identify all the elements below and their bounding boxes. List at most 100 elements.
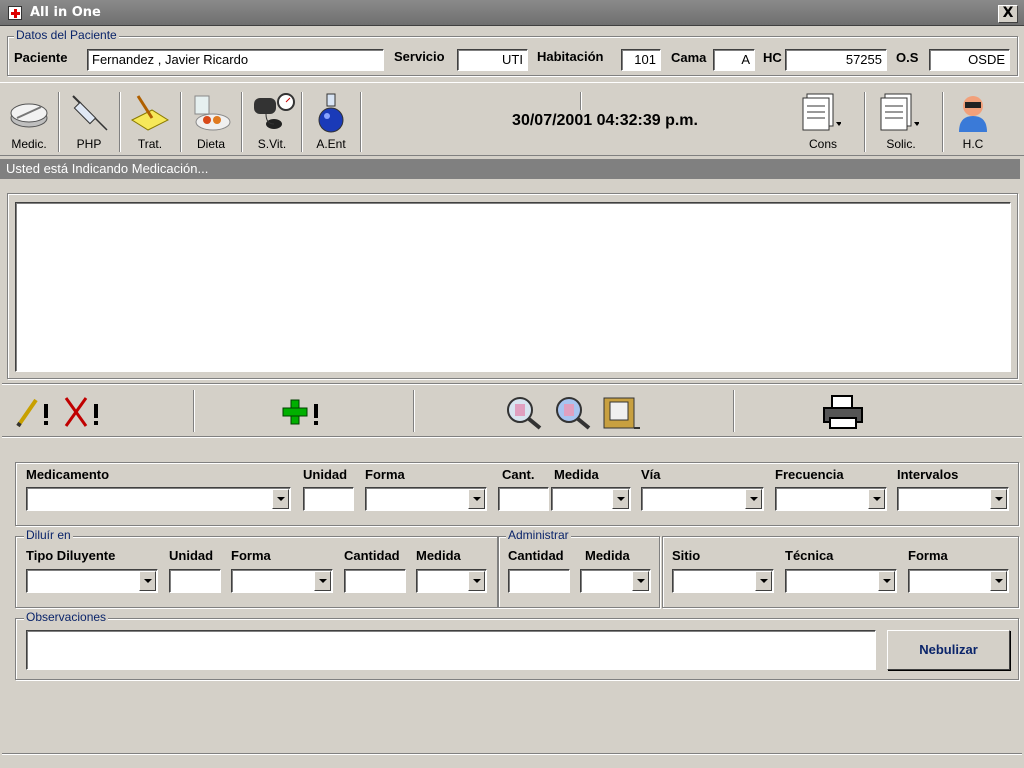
note-pencil-icon bbox=[130, 95, 170, 131]
chevron-down-icon[interactable] bbox=[745, 489, 762, 509]
hc-field[interactable]: 57255 bbox=[785, 49, 887, 71]
os-label: O.S bbox=[896, 50, 919, 65]
admin-medida-select[interactable] bbox=[580, 569, 651, 593]
nebulizar-button[interactable]: Nebulizar bbox=[887, 630, 1010, 670]
diluir-medida-select[interactable] bbox=[416, 569, 487, 593]
cant-field[interactable] bbox=[498, 487, 549, 511]
delete-button[interactable] bbox=[62, 394, 106, 430]
hc-label: HC bbox=[763, 50, 782, 65]
medication-list-area[interactable] bbox=[15, 202, 1011, 372]
medicamento-select[interactable] bbox=[26, 487, 291, 511]
divider bbox=[2, 384, 1022, 385]
via-select[interactable] bbox=[641, 487, 764, 511]
toolbar-button-medic[interactable]: Medic. bbox=[0, 84, 58, 154]
search-button[interactable] bbox=[504, 394, 544, 430]
intervalos-select[interactable] bbox=[897, 487, 1009, 511]
blood-pressure-icon bbox=[254, 93, 295, 129]
toolbar-label-medic: Medic. bbox=[11, 137, 47, 151]
print-button[interactable] bbox=[822, 394, 864, 430]
close-button[interactable]: X bbox=[998, 5, 1018, 23]
sitio-label: Sitio bbox=[672, 548, 701, 563]
observaciones-input[interactable] bbox=[26, 630, 876, 670]
flask-icon bbox=[318, 93, 344, 133]
unidad-label: Unidad bbox=[303, 467, 348, 482]
tecnica-select[interactable] bbox=[785, 569, 897, 593]
pill-icon bbox=[10, 103, 48, 128]
folder-button[interactable] bbox=[602, 392, 642, 432]
chevron-down-icon[interactable] bbox=[990, 489, 1007, 509]
divider bbox=[2, 754, 1022, 755]
toolbar-label-php: PHP bbox=[76, 137, 102, 151]
toolbar-label-hc: H.C bbox=[962, 137, 984, 151]
search-detail-button[interactable] bbox=[553, 394, 593, 430]
toolbar-label-cons: Cons bbox=[808, 137, 837, 151]
observaciones-legend: Observaciones bbox=[24, 610, 109, 624]
servicio-field[interactable]: UTI bbox=[457, 49, 528, 71]
chevron-down-icon[interactable] bbox=[612, 489, 629, 509]
diluir-forma-label: Forma bbox=[231, 548, 271, 563]
folder-icon bbox=[603, 397, 640, 429]
frecuencia-select[interactable] bbox=[775, 487, 887, 511]
forma-select[interactable] bbox=[365, 487, 487, 511]
os-field[interactable]: OSDE bbox=[929, 49, 1010, 71]
doctor-icon bbox=[959, 96, 987, 132]
toolbar-button-dieta[interactable]: Dieta bbox=[182, 84, 240, 154]
chevron-down-icon[interactable] bbox=[990, 571, 1007, 591]
divider bbox=[2, 437, 1022, 438]
diluir-unidad-label: Unidad bbox=[169, 548, 214, 563]
toolbar-button-trat[interactable]: Trat. bbox=[121, 84, 179, 154]
admin-forma-label: Forma bbox=[908, 548, 948, 563]
tipo-diluyente-label: Tipo Diluyente bbox=[26, 548, 116, 563]
paciente-field[interactable]: Fernandez , Javier Ricardo bbox=[87, 49, 384, 71]
diluir-forma-select[interactable] bbox=[231, 569, 333, 593]
toolbar-label-aent: A.Ent bbox=[316, 137, 346, 151]
medida-select[interactable] bbox=[551, 487, 631, 511]
printer-icon bbox=[823, 395, 863, 429]
admin-medida-label: Medida bbox=[585, 548, 630, 563]
toolbar-button-aent[interactable]: A.Ent bbox=[302, 84, 360, 154]
chevron-down-icon[interactable] bbox=[468, 571, 485, 591]
title-bar: All in One X bbox=[0, 0, 1024, 26]
habitacion-field[interactable]: 101 bbox=[621, 49, 661, 71]
admin-forma-select[interactable] bbox=[908, 569, 1009, 593]
diluir-cantidad-field[interactable] bbox=[344, 569, 406, 593]
add-button[interactable] bbox=[282, 396, 326, 428]
admin-cantidad-field[interactable] bbox=[508, 569, 570, 593]
toolbar-separator bbox=[360, 92, 362, 152]
chevron-down-icon[interactable] bbox=[878, 571, 895, 591]
toolbar-separator bbox=[580, 92, 582, 110]
chevron-down-icon[interactable] bbox=[272, 489, 289, 509]
diluir-unidad-field[interactable] bbox=[169, 569, 221, 593]
toolbar-label-solic: Solic. bbox=[886, 137, 916, 151]
toolbar-button-php[interactable]: PHP bbox=[60, 84, 118, 154]
toolbar-button-hc[interactable]: H.C bbox=[944, 84, 1002, 154]
chevron-down-icon[interactable] bbox=[468, 489, 485, 509]
toolbar-button-svit[interactable]: S.Vit. bbox=[243, 84, 301, 154]
cama-field[interactable]: A bbox=[713, 49, 755, 71]
medida-label: Medida bbox=[554, 467, 599, 482]
medicamento-label: Medicamento bbox=[26, 467, 110, 482]
document-stack-icon bbox=[880, 93, 919, 131]
cama-label: Cama bbox=[671, 50, 707, 65]
chevron-down-icon[interactable] bbox=[868, 489, 885, 509]
syringe-icon bbox=[72, 95, 108, 131]
chevron-down-icon[interactable] bbox=[139, 571, 156, 591]
cant-label: Cant. bbox=[502, 467, 535, 482]
pencil-exclaim-icon bbox=[16, 398, 48, 428]
unidad-field[interactable] bbox=[303, 487, 354, 511]
magnifier-icon bbox=[507, 397, 542, 430]
chevron-down-icon[interactable] bbox=[755, 571, 772, 591]
sitio-select[interactable] bbox=[672, 569, 774, 593]
food-tray-icon bbox=[194, 95, 231, 131]
chevron-down-icon[interactable] bbox=[632, 571, 649, 591]
chevron-down-icon[interactable] bbox=[314, 571, 331, 591]
paciente-label: Paciente bbox=[14, 50, 68, 65]
red-x-exclaim-icon bbox=[64, 397, 98, 427]
toolbar-button-solic[interactable]: Solic. bbox=[866, 84, 936, 154]
toolbar-button-cons[interactable]: Cons bbox=[788, 84, 858, 154]
via-label: Vía bbox=[641, 467, 661, 482]
intervalos-label: Intervalos bbox=[897, 467, 959, 482]
diluir-legend: Diluír en bbox=[24, 528, 73, 542]
edit-button[interactable] bbox=[14, 394, 54, 430]
tipo-diluyente-select[interactable] bbox=[26, 569, 158, 593]
